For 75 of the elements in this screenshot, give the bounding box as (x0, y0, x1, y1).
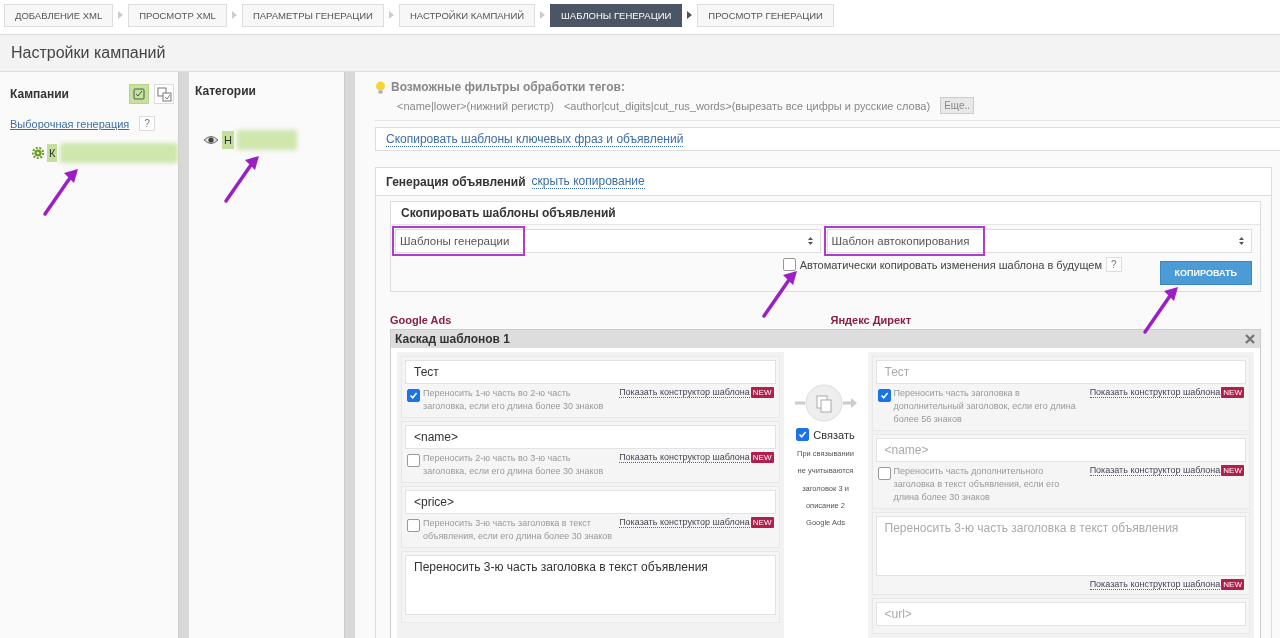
template-builder-link[interactable]: Показать конструктор шаблона (619, 387, 750, 398)
breadcrumb-tab[interactable]: ДОБАВЛЕНИЕ XML (4, 3, 114, 27)
tree-item[interactable]: Н (222, 131, 234, 149)
new-badge: NEW (750, 452, 774, 464)
input-field[interactable]: <price> (405, 490, 776, 515)
separator-arrow-icon (118, 11, 124, 19)
close-icon (1244, 333, 1256, 345)
option-label: Переносить 1-ю часть во 2-ю часть заголовка, если его длина более 30 знаков (423, 387, 605, 414)
filters-title: Возможные фильтры обработки тегов: (391, 80, 625, 94)
template-select[interactable]: Шаблон автокопирования (826, 229, 1252, 253)
checkbox[interactable] (407, 454, 420, 468)
template-builder-link[interactable]: Показать конструктор шаблона (619, 452, 750, 464)
template-select[interactable]: Шаблоны генерации (395, 229, 821, 253)
tree-item[interactable]: К (47, 144, 58, 162)
view-toggle-button[interactable] (129, 84, 149, 104)
new-badge: NEW (1221, 579, 1244, 591)
lightbulb-icon (375, 80, 386, 94)
column-label: Google Ads (390, 314, 453, 326)
resize-handle[interactable] (344, 72, 355, 638)
copy-link-icon (792, 382, 859, 424)
multi-check-icon (156, 86, 172, 102)
eye-icon (203, 134, 219, 146)
resize-handle[interactable] (178, 72, 189, 638)
checkbox[interactable] (407, 389, 420, 402)
checkbox[interactable] (877, 389, 891, 402)
checkbox[interactable] (782, 258, 796, 271)
option-label: Переносить часть заголовка в дополнительный заголовок, если его длина более 56 знаков (893, 387, 1077, 427)
page-title: Настройки кампаний (0, 34, 1280, 72)
new-badge: NEW (1221, 465, 1244, 477)
checkbox[interactable] (877, 467, 891, 481)
help-button[interactable]: ? (1106, 257, 1122, 272)
breadcrumb-tab[interactable]: ПРОСМОТР ГЕНЕРАЦИИ (697, 3, 834, 27)
column-label: Яндекс Директ (830, 314, 912, 326)
copy-templates-link[interactable]: Скопировать шаблоны ключевых фраз и объявлений (386, 132, 684, 147)
input-field[interactable]: Тест (405, 360, 776, 384)
option-label: Переносить часть дополнительного заголовка в текст объявления, если его длина более 30 знаков (893, 465, 1061, 505)
template-builder-link[interactable]: Показать конструктор шаблона (1089, 579, 1221, 591)
option-label: Переносить 3-ю часть заголовка в текст объявления, если его длина более 30 знаков (423, 517, 614, 544)
selective-generation-link[interactable]: Выборочная генерация (10, 117, 130, 130)
cascade-title: Каскад шаблонов 1 (395, 332, 510, 346)
breadcrumb-tab[interactable]: ШАБЛОНЫ ГЕНЕРАЦИИ (550, 3, 683, 27)
template-builder-link[interactable]: Показать конструктор шаблона (1089, 465, 1221, 477)
redacted-block (236, 130, 297, 150)
breadcrumb-tab[interactable]: НАСТРОЙКИ КАМПАНИЙ (398, 3, 536, 27)
checkbox[interactable] (796, 428, 810, 441)
separator-arrow-icon (540, 11, 546, 19)
breadcrumb-tab[interactable]: ПАРАМЕТРЫ ГЕНЕРАЦИИ (241, 3, 384, 27)
separator-arrow-icon (231, 11, 237, 19)
option-label: Переносить 2-ю часть во 3-ю часть заголовка, если его длина более 30 знаков (423, 452, 605, 479)
new-badge: NEW (750, 517, 774, 529)
column-title: Категории (195, 84, 257, 98)
checkbox-icon (131, 86, 147, 102)
filter-example: <author|cut_digits|cut_rus_words>(вырезать все цифры и русские слова) (563, 99, 931, 112)
gear-icon (32, 147, 44, 159)
breadcrumb-tab[interactable]: ПРОСМОТР XML (128, 3, 227, 27)
checkbox[interactable] (407, 519, 420, 533)
sort-arrows-icon (1238, 236, 1245, 246)
link-label: Связать (813, 428, 855, 441)
sort-arrows-icon (806, 236, 814, 246)
hide-copying-link[interactable]: скрыть копирование (531, 174, 645, 189)
checkbox-label: Автоматически копировать изменения шаблона в будущем (799, 258, 1103, 271)
separator-arrow-icon (687, 11, 693, 19)
text-area[interactable]: Переносить 3-ю часть заголовка в текст объявления (405, 555, 776, 616)
separator-arrow-icon (388, 11, 394, 19)
section-title: Генерация объявлений (386, 174, 526, 189)
new-badge: NEW (750, 387, 774, 398)
input-field[interactable]: <name> (405, 425, 776, 450)
column-title: Кампании (10, 87, 70, 101)
new-badge: NEW (1221, 387, 1244, 398)
template-builder-link[interactable]: Показать конструктор шаблона (1089, 387, 1221, 398)
template-builder-link[interactable]: Показать конструктор шаблона (619, 517, 750, 529)
view-toggle-button[interactable] (154, 84, 174, 104)
help-button[interactable]: ? (139, 116, 155, 131)
filter-example: <name|lower>(нижний регистр) (397, 99, 554, 112)
panel-title: Скопировать шаблоны объявлений (391, 202, 1260, 225)
